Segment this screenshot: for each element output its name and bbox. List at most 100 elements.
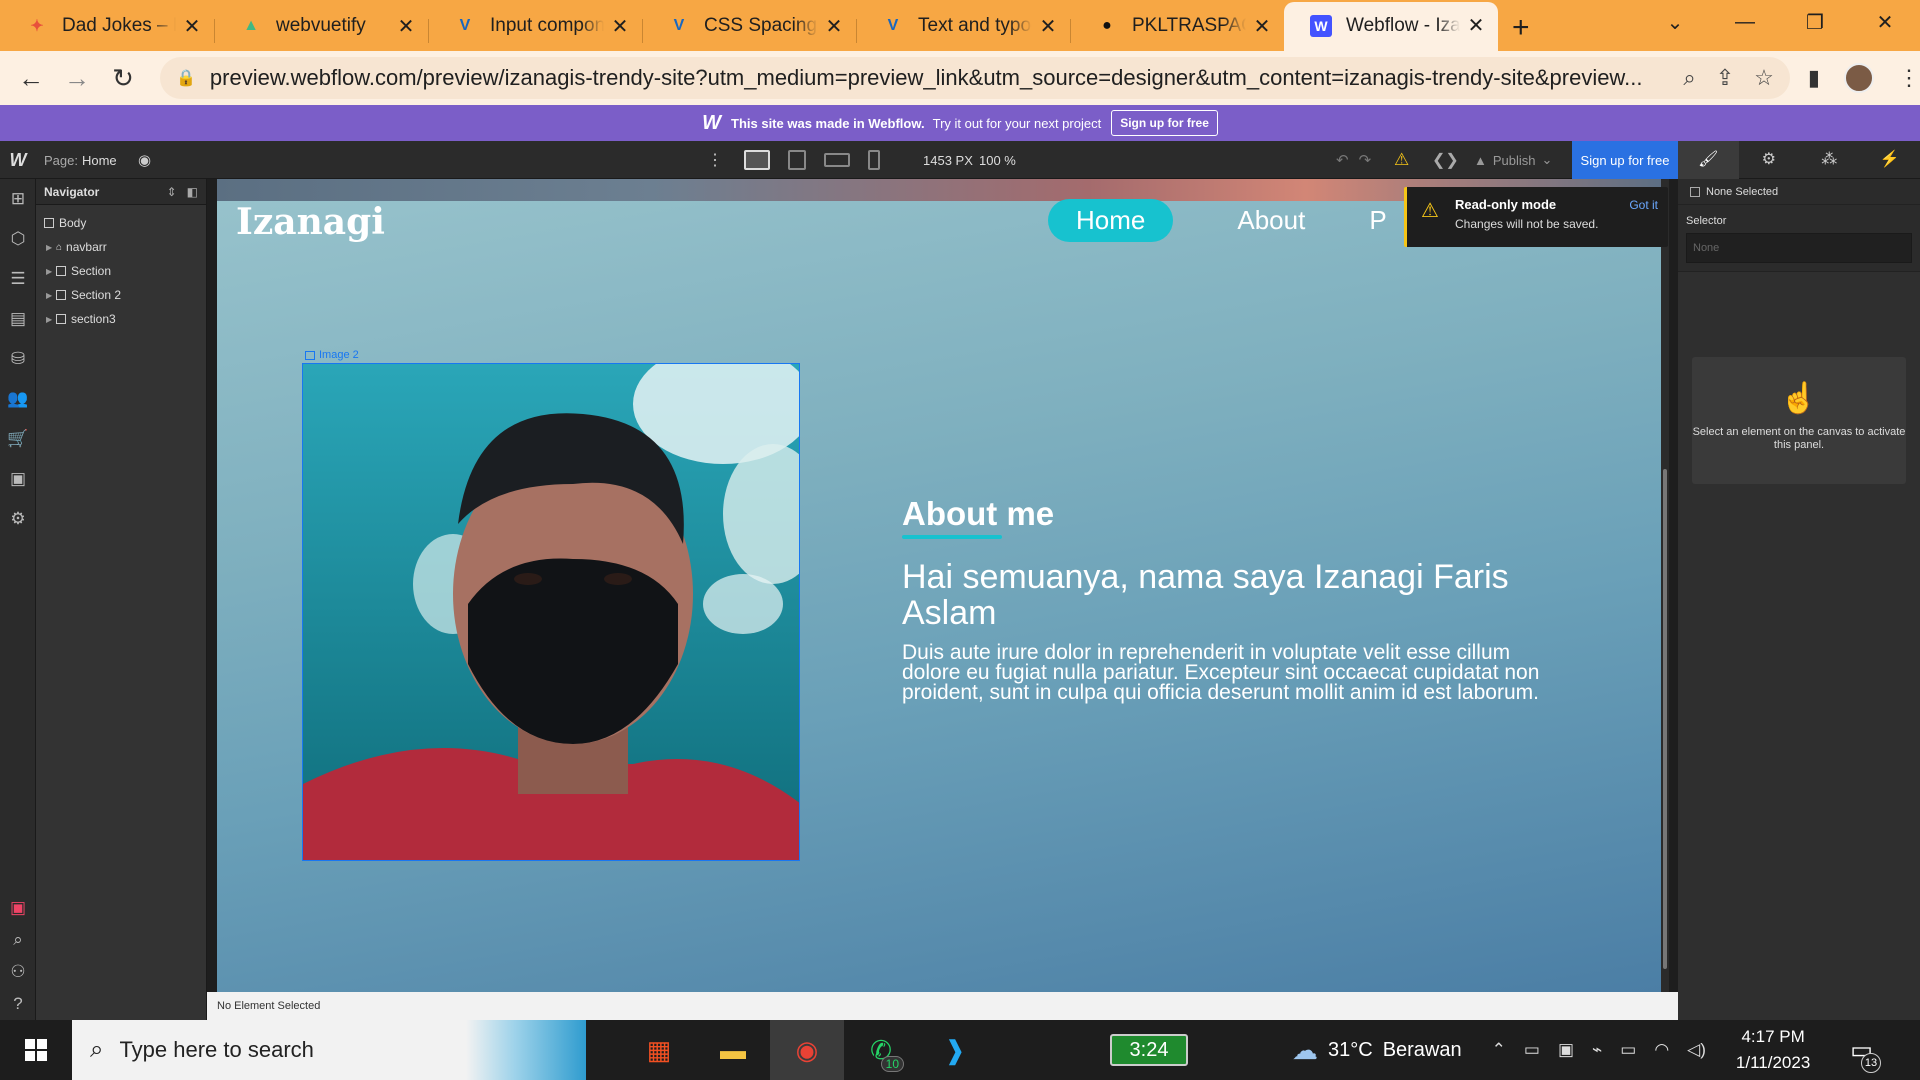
toast-dismiss-button[interactable]: Got it (1629, 198, 1658, 212)
cms-icon[interactable]: ⛁ (0, 339, 36, 379)
meet-now-icon[interactable]: ▭ (1524, 1040, 1540, 1060)
caret-right-icon[interactable]: ▶ (46, 291, 56, 300)
browser-tab[interactable]: V CSS Spacing he ✕ (642, 7, 856, 51)
menu-kebab-icon[interactable]: ⋮ (1898, 65, 1920, 91)
close-icon[interactable]: ✕ (824, 14, 844, 39)
about-body-text[interactable]: Duis aute irure dolor in reprehenderit i… (902, 642, 1562, 703)
tablet-breakpoint-icon[interactable] (788, 150, 806, 170)
bookmark-star-icon[interactable]: ☆ (1754, 65, 1774, 91)
battery-time-widget[interactable]: 3:24 (1110, 1034, 1188, 1066)
audit-icon[interactable]: ▣ (0, 892, 36, 924)
navigator-item-section[interactable]: ▶ Section (36, 259, 206, 283)
lock-icon[interactable]: 🔒 (176, 68, 196, 88)
share-icon[interactable]: ⇪ (1716, 65, 1734, 91)
ecommerce-cart-icon[interactable]: 🛒 (0, 419, 36, 459)
close-icon[interactable]: ✕ (182, 14, 202, 39)
users-icon[interactable]: 👥 (0, 379, 36, 419)
profile-avatar[interactable] (1844, 63, 1875, 93)
dock-panel-icon[interactable]: ◧ (187, 185, 198, 199)
assets-icon[interactable]: ▣ (0, 459, 36, 499)
help-icon[interactable]: ? (0, 988, 36, 1020)
caret-right-icon[interactable]: ▶ (46, 267, 56, 276)
search-icon[interactable]: ⌕ (0, 924, 36, 956)
browser-tab[interactable]: V Input compone ✕ (428, 7, 642, 51)
close-icon[interactable]: ✕ (610, 14, 630, 39)
weather-widget[interactable]: ☁ 31°C Berawan (1292, 1035, 1462, 1066)
zoom-icon[interactable]: ⌕ (1683, 65, 1695, 91)
settings-icon[interactable]: ⚙ (0, 499, 36, 539)
start-button[interactable] (0, 1020, 72, 1080)
symbols-icon[interactable]: ⬡ (0, 219, 36, 259)
site-nav-about[interactable]: About (1209, 199, 1333, 242)
screen-icon[interactable]: ▣ (1558, 1040, 1574, 1060)
publish-button[interactable]: ▲ Publish ⌄ (1474, 141, 1552, 179)
preview-eye-icon[interactable]: ◉ (138, 141, 151, 179)
battery-icon[interactable]: ▭ (1620, 1040, 1636, 1060)
designer-canvas[interactable]: Izanagi Home About P Image 2 About me Ha… (217, 179, 1669, 992)
side-panel-icon[interactable]: ▮ (1808, 65, 1820, 91)
style-manager-icon[interactable]: ⁂ (1799, 141, 1860, 179)
settings-gear-icon[interactable]: ⚙ (1739, 141, 1800, 179)
back-icon[interactable]: ← (8, 63, 54, 94)
wifi-icon[interactable]: ◠ (1654, 1040, 1669, 1060)
navigator-icon[interactable]: ☰ (0, 259, 36, 299)
canvas-scrollbar[interactable] (1661, 179, 1669, 992)
style-brush-icon[interactable]: 🖌 (1678, 141, 1739, 179)
add-panel-icon[interactable]: ⊞ (0, 179, 36, 219)
network-off-icon[interactable]: ⌁ (1592, 1040, 1602, 1060)
banner-signup-button[interactable]: Sign up for free (1111, 110, 1218, 136)
browser-tab[interactable]: ▲ webvuetify ✕ (214, 7, 428, 51)
warning-icon[interactable]: ⚠ (1394, 141, 1409, 179)
site-logo[interactable]: Izanagi (236, 201, 385, 243)
selector-input[interactable]: None (1686, 233, 1912, 263)
browser-tab-active[interactable]: W Webflow - Izan ✕ (1284, 2, 1498, 51)
url-text[interactable]: preview.webflow.com/preview/izanagis-tre… (210, 65, 1663, 91)
volume-icon[interactable]: ◁) (1687, 1040, 1706, 1060)
clock[interactable]: 4:17 PM 1/11/2023 (1736, 1024, 1810, 1076)
caret-right-icon[interactable]: ▶ (46, 243, 56, 252)
chevron-up-icon[interactable]: ⌃ (1492, 1040, 1506, 1060)
close-icon[interactable]: ✕ (1038, 14, 1058, 39)
omnibox[interactable]: 🔒 preview.webflow.com/preview/izanagis-t… (160, 57, 1790, 99)
navigator-item-section3[interactable]: ▶ section3 (36, 307, 206, 331)
notification-center-icon[interactable]: ▭ 13 (1850, 1036, 1881, 1073)
page-selector[interactable]: Page: Home (44, 141, 117, 179)
browser-tab[interactable]: ● PKLTRASPAC20 ✕ (1070, 7, 1284, 51)
close-window-icon[interactable]: ✕ (1850, 10, 1920, 35)
site-nav-home[interactable]: Home (1048, 199, 1174, 242)
navigator-item-navbarr[interactable]: ▶ ⌂ navbarr (36, 235, 206, 259)
webflow-logo-icon[interactable]: W (0, 141, 36, 179)
expand-collapse-icon[interactable]: ⇕ (167, 185, 177, 199)
profile-photo[interactable] (302, 363, 800, 861)
mobile-landscape-icon[interactable] (824, 153, 850, 167)
close-icon[interactable]: ✕ (1466, 13, 1486, 38)
close-icon[interactable]: ✕ (396, 14, 416, 39)
vscode-icon[interactable]: ❱ (918, 1020, 992, 1080)
tab-search-icon[interactable]: ⌄ (1640, 10, 1710, 35)
desktop-breakpoint-icon[interactable] (744, 150, 770, 170)
interactions-bolt-icon[interactable]: ⚡ (1860, 141, 1920, 179)
collaborators-icon[interactable]: ⚇ (0, 956, 36, 988)
about-heading[interactable]: About me (902, 495, 1562, 533)
undo-icon[interactable]: ↶ (1336, 151, 1349, 169)
more-options-icon[interactable]: ⋮ (707, 141, 723, 179)
minimize-icon[interactable]: — (1710, 11, 1780, 34)
caret-right-icon[interactable]: ▶ (46, 315, 56, 324)
restore-icon[interactable]: ❐ (1780, 10, 1850, 35)
navigator-item-body[interactable]: Body (36, 211, 206, 235)
code-icon[interactable]: ❮❯ (1432, 141, 1459, 179)
pages-icon[interactable]: ▤ (0, 299, 36, 339)
reload-icon[interactable]: ↻ (100, 63, 146, 94)
intro-heading[interactable]: Hai semuanya, nama saya Izanagi Faris As… (902, 559, 1562, 631)
navigator-item-section-2[interactable]: ▶ Section 2 (36, 283, 206, 307)
designer-signup-button[interactable]: Sign up for free (1572, 141, 1678, 179)
taskbar-search[interactable]: ⌕ Type here to search (72, 1020, 586, 1080)
file-explorer-icon[interactable]: ▬ (696, 1020, 770, 1080)
redo-icon[interactable]: ↷ (1359, 151, 1372, 169)
forward-icon[interactable]: → (54, 63, 100, 94)
scrollbar-thumb[interactable] (1663, 469, 1667, 969)
new-tab-icon[interactable]: + (1512, 11, 1530, 45)
whatsapp-icon[interactable]: ✆ 10 (844, 1020, 918, 1080)
browser-tab[interactable]: V Text and typog ✕ (856, 7, 1070, 51)
chrome-icon[interactable]: ◉ (770, 1020, 844, 1080)
